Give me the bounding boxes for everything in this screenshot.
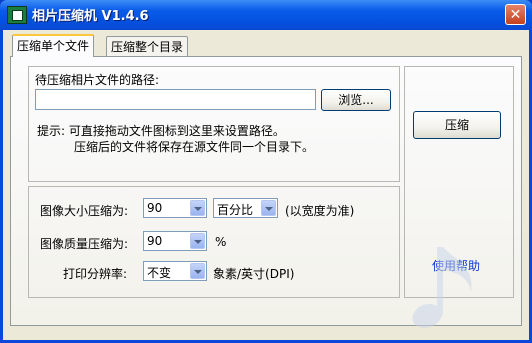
chevron-down-icon bbox=[190, 263, 205, 279]
hint-line-2: 压缩后的文件将保存在源文件同一个目录下。 bbox=[74, 140, 315, 154]
client-area: 压缩单个文件 压缩整个目录 待压缩相片文件的路径: 浏览... 提示: 可直接拖… bbox=[3, 30, 529, 340]
tab-whole-directory[interactable]: 压缩整个目录 bbox=[106, 36, 189, 56]
tab-panel: 待压缩相片文件的路径: 浏览... 提示: 可直接拖动文件图标到这里来设置路径。… bbox=[10, 56, 522, 329]
app-icon bbox=[7, 6, 27, 24]
window-title: 相片压缩机 V1.4.6 bbox=[32, 9, 149, 24]
dpi-value: 不变 bbox=[147, 266, 172, 280]
title-bar[interactable]: 相片压缩机 V1.4.6 ✕ bbox=[0, 0, 532, 30]
size-unit-value: 百分比 bbox=[217, 203, 254, 217]
size-unit-select[interactable]: 百分比 bbox=[213, 198, 278, 218]
chevron-down-icon bbox=[190, 233, 205, 249]
dpi-unit: 象素/英寸(DPI) bbox=[213, 267, 295, 281]
tab-single-file[interactable]: 压缩单个文件 bbox=[12, 34, 95, 57]
music-note-icon bbox=[412, 247, 472, 329]
app-window: 相片压缩机 V1.4.6 ✕ 压缩单个文件 压缩整个目录 待压缩相片文件的路径:… bbox=[0, 0, 532, 343]
dpi-label: 打印分辨率: bbox=[63, 267, 128, 281]
close-button[interactable]: ✕ bbox=[505, 4, 526, 25]
browse-button[interactable]: 浏览... bbox=[321, 89, 391, 111]
hint-line-1: 提示: 可直接拖动文件图标到这里来设置路径。 bbox=[37, 124, 285, 138]
size-select[interactable]: 90 bbox=[143, 198, 207, 218]
compress-button[interactable]: 压缩 bbox=[413, 111, 501, 139]
size-value: 90 bbox=[147, 201, 163, 215]
options-group: 图像大小压缩为: 90 百分比 (以宽度为准) 图像质量压缩为: 90 % 打印… bbox=[28, 186, 400, 298]
path-input[interactable] bbox=[35, 89, 316, 110]
size-label: 图像大小压缩为: bbox=[40, 204, 129, 218]
chevron-down-icon bbox=[190, 200, 205, 216]
quality-value: 90 bbox=[147, 234, 163, 248]
quality-select[interactable]: 90 bbox=[143, 231, 207, 251]
quality-unit: % bbox=[215, 235, 227, 249]
path-label: 待压缩相片文件的路径: bbox=[35, 73, 160, 87]
path-group: 待压缩相片文件的路径: 浏览... 提示: 可直接拖动文件图标到这里来设置路径。… bbox=[28, 66, 400, 182]
size-note: (以宽度为准) bbox=[285, 204, 355, 218]
dpi-select[interactable]: 不变 bbox=[143, 261, 207, 281]
chevron-down-icon bbox=[261, 200, 276, 216]
quality-label: 图像质量压缩为: bbox=[40, 237, 129, 251]
